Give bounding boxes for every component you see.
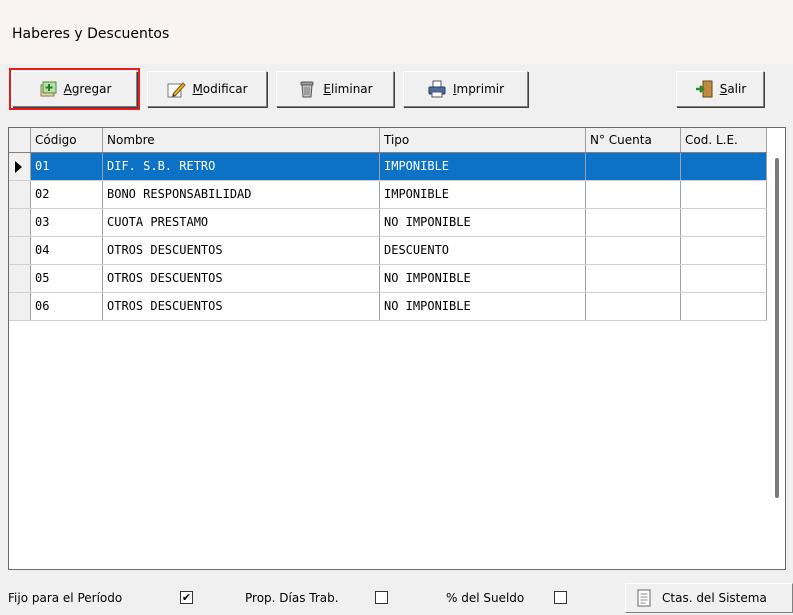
ctas-sistema-button[interactable]: Ctas. del Sistema xyxy=(625,583,793,613)
window-title: Haberes y Descuentos xyxy=(12,26,170,42)
row-indicator xyxy=(9,293,31,320)
cell-cuenta[interactable] xyxy=(586,181,681,208)
cell-nombre[interactable]: OTROS DESCUENTOS xyxy=(103,265,380,292)
salir-button[interactable]: Salir xyxy=(676,71,764,107)
cell-codigo[interactable]: 06 xyxy=(31,293,103,320)
cell-codle[interactable] xyxy=(681,265,767,292)
table-row[interactable]: 05 OTROS DESCUENTOS NO IMPONIBLE xyxy=(9,265,767,293)
row-indicator xyxy=(9,153,31,180)
printer-icon xyxy=(427,79,447,99)
row-indicator xyxy=(9,209,31,236)
cell-nombre[interactable]: OTROS DESCUENTOS xyxy=(103,293,380,320)
cell-nombre[interactable]: OTROS DESCUENTOS xyxy=(103,237,380,264)
cell-tipo[interactable]: NO IMPONIBLE xyxy=(380,209,586,236)
cell-nombre[interactable]: BONO RESPONSABILIDAD xyxy=(103,181,380,208)
cell-cuenta[interactable] xyxy=(586,237,681,264)
cell-codigo[interactable]: 01 xyxy=(31,153,103,180)
fijo-periodo-checkbox[interactable]: ✔ xyxy=(180,591,193,604)
cell-nombre[interactable]: CUOTA PRESTAMO xyxy=(103,209,380,236)
add-record-icon xyxy=(38,79,58,99)
edit-pencil-icon xyxy=(166,79,187,99)
cell-codle[interactable] xyxy=(681,237,767,264)
pct-sueldo-checkbox[interactable] xyxy=(554,591,567,604)
cell-codle[interactable] xyxy=(681,209,767,236)
header-nombre[interactable]: Nombre xyxy=(103,128,380,152)
cell-codle[interactable] xyxy=(681,293,767,320)
ctas-sistema-label: Ctas. del Sistema xyxy=(662,591,767,605)
cell-nombre[interactable]: DIF. S.B. RETRO xyxy=(103,153,380,180)
cell-cuenta[interactable] xyxy=(586,265,681,292)
document-icon xyxy=(634,588,654,608)
row-indicator xyxy=(9,265,31,292)
cell-codle[interactable] xyxy=(681,153,767,180)
cell-codigo[interactable]: 05 xyxy=(31,265,103,292)
exit-door-icon xyxy=(694,79,714,99)
cell-cuenta[interactable] xyxy=(586,209,681,236)
cell-tipo[interactable]: NO IMPONIBLE xyxy=(380,293,586,320)
table-row[interactable]: 02 BONO RESPONSABILIDAD IMPONIBLE xyxy=(9,181,767,209)
fijo-periodo-label: Fijo para el Período xyxy=(8,591,123,605)
cell-codigo[interactable]: 02 xyxy=(31,181,103,208)
cell-cuenta[interactable] xyxy=(586,293,681,320)
row-indicator xyxy=(9,237,31,264)
table-row[interactable]: 01 DIF. S.B. RETRO IMPONIBLE xyxy=(9,153,767,181)
row-indicator xyxy=(9,181,31,208)
header-codigo[interactable]: Código xyxy=(31,128,103,152)
haberes-grid[interactable]: Código Nombre Tipo N° Cuenta Cod. L.E. 0… xyxy=(8,127,786,570)
table-row[interactable]: 04 OTROS DESCUENTOS DESCUENTO xyxy=(9,237,767,265)
options-bar: Fijo para el Período ✔ Prop. Días Trab. … xyxy=(0,580,793,615)
prop-dias-label: Prop. Días Trab. xyxy=(245,591,339,605)
agregar-button[interactable]: Agregar xyxy=(9,68,140,110)
imprimir-button[interactable]: Imprimir xyxy=(403,71,528,107)
grid-header: Código Nombre Tipo N° Cuenta Cod. L.E. xyxy=(9,128,767,153)
pct-sueldo-label: % del Sueldo xyxy=(446,591,525,605)
cell-codigo[interactable]: 04 xyxy=(31,237,103,264)
modificar-button[interactable]: Modificar xyxy=(147,71,267,107)
header-indicator xyxy=(9,128,31,152)
eliminar-button[interactable]: Eliminar xyxy=(276,71,394,107)
window-title-bar: Haberes y Descuentos xyxy=(0,0,793,64)
cell-tipo[interactable]: NO IMPONIBLE xyxy=(380,265,586,292)
cell-tipo[interactable]: DESCUENTO xyxy=(380,237,586,264)
cell-codle[interactable] xyxy=(681,181,767,208)
cell-tipo[interactable]: IMPONIBLE xyxy=(380,153,586,180)
current-row-arrow-icon xyxy=(15,161,22,173)
header-cuenta[interactable]: N° Cuenta xyxy=(586,128,681,152)
cell-cuenta[interactable] xyxy=(586,153,681,180)
cell-tipo[interactable]: IMPONIBLE xyxy=(380,181,586,208)
trash-can-icon xyxy=(297,79,317,99)
prop-dias-checkbox[interactable] xyxy=(375,591,388,604)
vertical-scrollbar[interactable] xyxy=(775,158,779,498)
table-row[interactable]: 03 CUOTA PRESTAMO NO IMPONIBLE xyxy=(9,209,767,237)
header-codle[interactable]: Cod. L.E. xyxy=(681,128,767,152)
table-row[interactable]: 06 OTROS DESCUENTOS NO IMPONIBLE xyxy=(9,293,767,321)
header-tipo[interactable]: Tipo xyxy=(380,128,586,152)
cell-codigo[interactable]: 03 xyxy=(31,209,103,236)
